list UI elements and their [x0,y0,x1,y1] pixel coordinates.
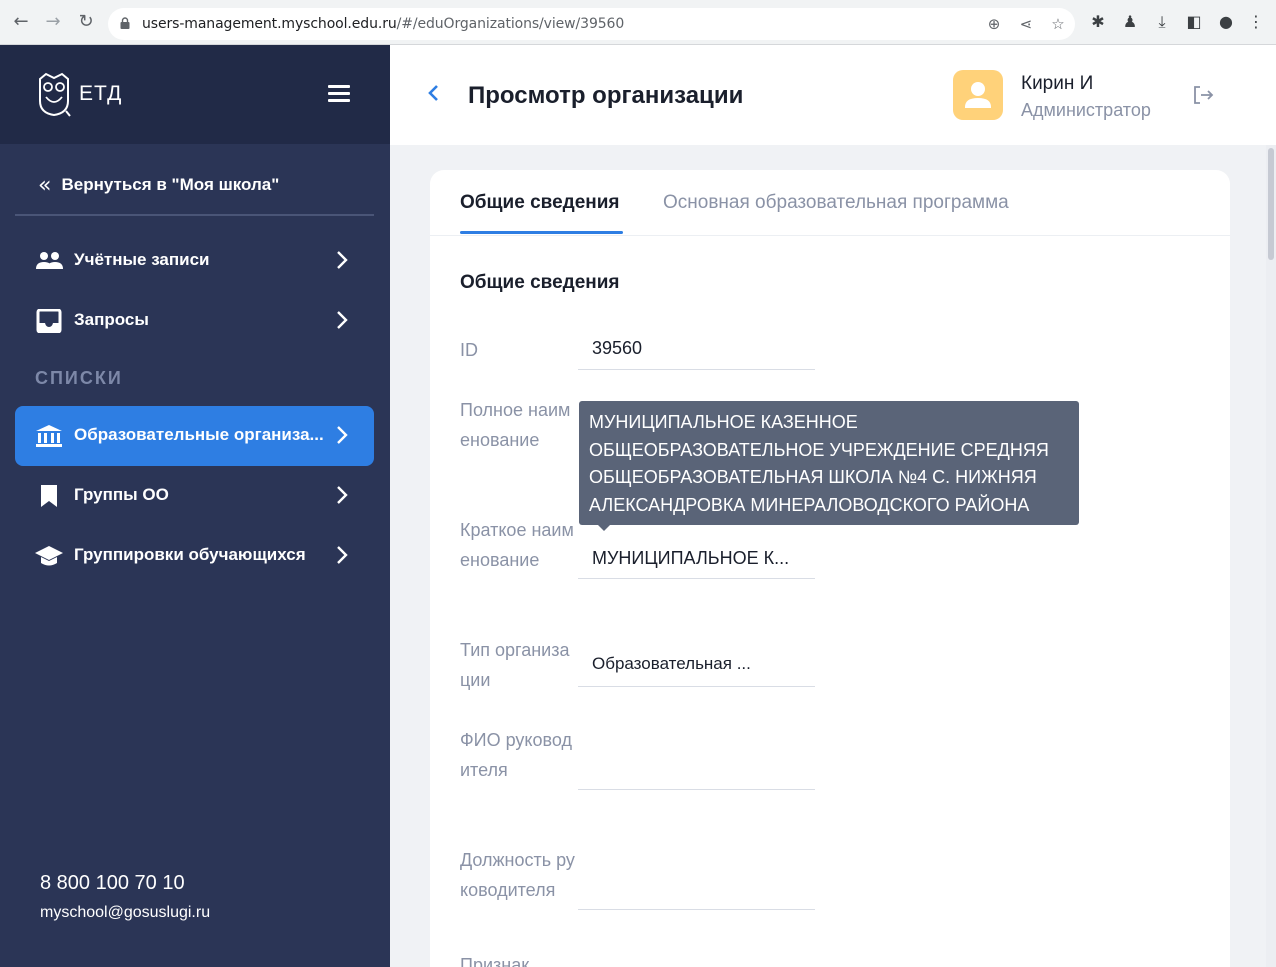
scrollbar-thumb[interactable] [1268,148,1274,260]
share-icon[interactable]: ⋖ [1016,14,1036,34]
chevron-right-icon [337,311,348,329]
chevron-right-icon [337,546,348,564]
back-arrow-icon[interactable]: ← [10,11,32,33]
browser-toolbar: ← → ↻ users-management.myschool.edu.ru/#… [0,0,1276,45]
sidebar: ЕТД « Вернуться в "Моя школа" Учётные за… [0,45,390,967]
bookmark-icon [41,485,57,507]
field-underline [578,578,815,579]
field-value-org-type[interactable]: Образовательная ... [578,654,815,673]
sidebar-item-label: Образовательные организа... [74,425,324,444]
reload-icon[interactable]: ↻ [75,11,97,33]
tab-main-edu-program[interactable]: Основная образовательная программа [663,192,1009,214]
people-icon [36,252,63,269]
sidebar-item-requests[interactable]: Запросы [15,291,374,351]
field-label-full-name: Полное наименование [460,400,571,450]
field-value-text: МУНИЦИПАЛЬНОЕ К... [592,548,790,568]
field-value-id: 39560 [578,338,815,358]
url-path: /#/eduOrganizations/view/39560 [396,16,625,32]
profile-icon[interactable]: ● [1216,12,1236,32]
menu-dots-icon[interactable]: ⋮ [1246,12,1266,32]
chevron-right-icon [337,251,348,269]
labs-icon[interactable]: ♟ [1120,12,1140,32]
sidebar-item-label: Запросы [74,310,149,329]
sidebar-item-accounts[interactable]: Учётные записи [15,231,374,291]
page-header: Просмотр организации Кирин И Администрат… [390,45,1276,145]
field-label-head-name: ФИО руководителя [460,730,572,780]
sidepanel-icon[interactable]: ◧ [1184,12,1204,32]
user-icon [965,82,991,108]
user-name: Кирин И [1021,73,1094,94]
lock-icon [120,17,130,29]
owl-logo-icon[interactable] [36,71,72,117]
field-label-short-name: Краткое наименование [460,520,574,570]
avatar[interactable] [953,70,1003,120]
extensions-icon[interactable]: ✱ [1088,12,1108,32]
url-host: users-management.myschool.edu.ru [142,16,397,32]
forward-arrow-icon[interactable]: → [42,11,64,33]
field-underline [578,909,815,910]
page-title: Просмотр организации [468,82,744,109]
field-label-id: ID [460,340,478,360]
double-chevron-left-icon: « [38,172,52,198]
sidebar-item-edu-organizations[interactable]: Образовательные организа... [15,406,374,466]
active-tab-indicator [460,231,623,234]
back-link-label: Вернуться в "Моя школа" [61,175,280,194]
field-underline [578,369,815,370]
field-label-org-type: Тип организации [460,640,570,690]
url-text: users-management.myschool.edu.ru/#/eduOr… [142,16,624,32]
field-value-text: Образовательная ... [592,654,751,673]
field-underline [578,686,815,687]
sidebar-item-org-groups[interactable]: Группы ОО [15,466,374,526]
hamburger-menu-icon[interactable] [328,85,350,103]
address-bar[interactable]: users-management.myschool.edu.ru/#/eduOr… [108,8,1075,40]
star-icon[interactable]: ☆ [1048,14,1068,34]
sidebar-section-lists: СПИСКИ [35,368,123,388]
support-email[interactable]: myschool@gosuslugi.ru [40,904,210,922]
chevron-right-icon [337,486,348,504]
zoom-icon[interactable]: ⊕ [984,14,1004,34]
back-chevron-icon[interactable] [426,82,440,104]
tab-general-info[interactable]: Общие сведения [460,192,620,214]
field-value-short-name[interactable]: МУНИЦИПАЛЬНОЕ К... [578,548,815,568]
sidebar-item-label: Группировки обучающихся [74,545,306,564]
scrollbar-track[interactable] [1266,145,1276,967]
institution-icon [36,425,62,447]
sidebar-header: ЕТД [0,45,390,144]
full-name-tooltip: МУНИЦИПАЛЬНОЕ КАЗЕННОЕ ОБЩЕОБРАЗОВАТЕЛЬН… [579,401,1079,525]
sidebar-item-student-groupings[interactable]: Группировки обучающихся [15,526,374,586]
tabs-divider [430,235,1230,236]
support-phone[interactable]: 8 800 100 70 10 [40,872,185,895]
download-icon[interactable]: ⤓ [1152,12,1172,32]
sidebar-item-label: Группы ОО [74,485,169,504]
field-label-sign: Признак [460,955,530,967]
logout-icon[interactable] [1193,85,1215,105]
back-to-myschool-link[interactable]: « Вернуться в "Моя школа" [38,172,280,198]
sidebar-item-label: Учётные записи [74,250,210,269]
user-role: Администратор [1021,100,1151,120]
field-value-text: 39560 [592,338,643,358]
section-title: Общие сведения [460,272,620,293]
inbox-icon [36,309,62,333]
logo-text: ЕТД [79,82,123,105]
chevron-right-icon [337,426,348,444]
sidebar-divider [15,214,374,216]
graduation-cap-icon [35,546,63,566]
field-label-head-position: Должность руководителя [460,850,575,900]
field-underline [578,789,815,790]
tooltip-arrow [598,525,610,531]
